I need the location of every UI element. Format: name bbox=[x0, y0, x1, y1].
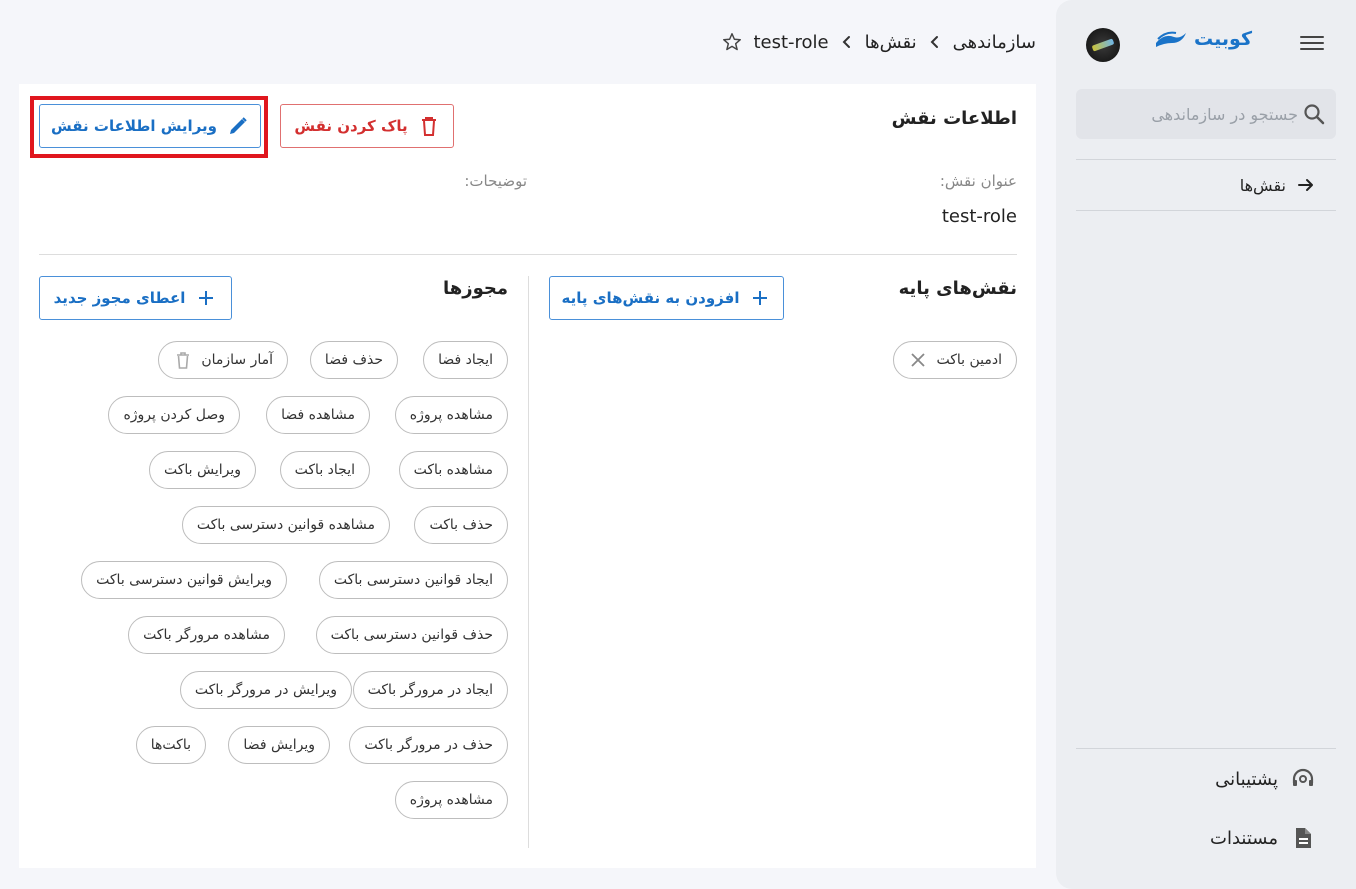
menu-icon[interactable] bbox=[1300, 32, 1324, 56]
permission-chip: حذف باکت bbox=[414, 506, 508, 544]
permission-chip: مشاهده مرورگر باکت bbox=[128, 616, 285, 654]
delete-role-button[interactable]: پاک کردن نقش bbox=[280, 104, 454, 148]
sidebar-item-support[interactable]: پشتیبانی bbox=[1076, 759, 1336, 799]
avatar[interactable] bbox=[1086, 28, 1120, 62]
role-info-title: اطلاعات نقش bbox=[891, 108, 1017, 129]
permission-chip: مشاهده باکت bbox=[398, 451, 508, 489]
sidebar-search bbox=[1076, 89, 1336, 139]
chip-label: مشاهده فضا bbox=[281, 407, 355, 423]
sidebar-item-docs[interactable]: مستندات bbox=[1076, 818, 1336, 858]
trash-icon bbox=[421, 117, 436, 136]
chip-label: ویرایش در مرورگر باکت bbox=[194, 682, 337, 698]
base-roles-title: نقش‌های پایه bbox=[898, 278, 1017, 299]
permission-chip: ویرایش باکت bbox=[148, 451, 256, 489]
chip-label: حذف باکت bbox=[429, 517, 493, 533]
role-description-label: توضیحات: bbox=[464, 172, 527, 190]
chip-label: ایجاد باکت bbox=[294, 462, 355, 478]
chip-label: ویرایش فضا bbox=[243, 737, 315, 753]
chip-label: حذف قوانین دسترسی باکت bbox=[330, 627, 493, 643]
sidebar-item-label: نقش‌ها bbox=[1239, 175, 1286, 195]
chip-label: ادمین باکت bbox=[936, 352, 1002, 368]
section-divider bbox=[39, 254, 1017, 255]
sidebar-item-label: مستندات bbox=[1210, 827, 1278, 849]
permission-chip: ویرایش قوانین دسترسی باکت bbox=[81, 561, 287, 599]
chip-label: حذف در مرورگر باکت bbox=[364, 737, 493, 753]
permission-chip: وصل کردن پروژه bbox=[108, 396, 240, 434]
permission-chip: ایجاد باکت bbox=[279, 451, 370, 489]
chevron-left-icon bbox=[842, 36, 850, 48]
column-divider bbox=[528, 276, 529, 848]
sidebar-divider bbox=[1076, 159, 1336, 160]
close-icon[interactable] bbox=[908, 350, 928, 370]
chip-label: ایجاد قوانین دسترسی باکت bbox=[333, 572, 493, 588]
chip-label: مشاهده قوانین دسترسی باکت bbox=[196, 517, 375, 533]
grant-permission-label: اعطای مجوز جدید bbox=[53, 289, 186, 307]
permission-chip: مشاهده پروژه bbox=[394, 396, 508, 434]
trash-icon[interactable] bbox=[173, 350, 193, 370]
chip-label: آمار سازمان bbox=[201, 352, 273, 368]
permission-chip: حذف قوانین دسترسی باکت bbox=[315, 616, 508, 654]
add-base-role-button[interactable]: افزودن به نقش‌های پایه bbox=[549, 276, 784, 320]
chip-label: مشاهده پروژه bbox=[409, 792, 493, 808]
permission-chip: ایجاد قوانین دسترسی باکت bbox=[318, 561, 508, 599]
role-card: اطلاعات نقش پاک کردن نقش ویرایش اطلاعات … bbox=[19, 84, 1036, 868]
breadcrumb-roles[interactable]: نقش‌ها bbox=[865, 32, 917, 53]
chip-label: ایجاد فضا bbox=[438, 352, 493, 368]
chip-label: باکت‌ها bbox=[150, 737, 191, 753]
highlight-box bbox=[30, 96, 268, 158]
sidebar: کوبیت نقش‌ها پشتیبانی bbox=[1056, 0, 1356, 889]
permission-chip: ویرایش در مرورگر باکت bbox=[179, 671, 352, 709]
permission-chip: مشاهده پروژه bbox=[394, 781, 508, 819]
support-icon bbox=[1292, 768, 1314, 786]
permission-chip: ایجاد در مرورگر باکت bbox=[352, 671, 508, 709]
star-icon[interactable] bbox=[721, 31, 743, 53]
chip-label: ویرایش باکت bbox=[163, 462, 241, 478]
search-icon bbox=[1304, 104, 1325, 125]
base-role-chip: ادمین باکت bbox=[893, 341, 1017, 379]
grant-permission-button[interactable]: اعطای مجوز جدید bbox=[39, 276, 232, 320]
breadcrumb-organization[interactable]: سازماندهی bbox=[953, 32, 1036, 53]
chip-label: حذف فضا bbox=[324, 352, 383, 368]
arrow-right-icon bbox=[1298, 179, 1313, 191]
chip-label: ایجاد در مرورگر باکت bbox=[367, 682, 493, 698]
search-input[interactable] bbox=[1076, 89, 1336, 139]
permission-chip: حذف در مرورگر باکت bbox=[349, 726, 508, 764]
document-icon bbox=[1296, 828, 1311, 848]
breadcrumb: سازماندهی نقش‌ها test-role bbox=[721, 28, 1036, 56]
permission-chip: ایجاد فضا bbox=[423, 341, 508, 379]
chevron-left-icon bbox=[930, 36, 938, 48]
permission-chip: ویرایش فضا bbox=[228, 726, 330, 764]
sidebar-divider bbox=[1076, 210, 1336, 211]
logo-wave-icon bbox=[1156, 31, 1187, 47]
permission-chip: باکت‌ها bbox=[135, 726, 206, 764]
chip-label: وصل کردن پروژه bbox=[123, 407, 225, 423]
delete-role-label: پاک کردن نقش bbox=[294, 117, 408, 135]
role-title-value: test-role bbox=[941, 206, 1017, 227]
logo[interactable]: کوبیت bbox=[1154, 28, 1252, 50]
permission-chip: آمار سازمان bbox=[158, 341, 288, 379]
chip-label: مشاهده مرورگر باکت bbox=[143, 627, 270, 643]
permission-chip: مشاهده فضا bbox=[266, 396, 370, 434]
logo-text: کوبیت bbox=[1194, 28, 1252, 50]
breadcrumb-current: test-role bbox=[753, 31, 829, 53]
plus-icon bbox=[753, 291, 768, 305]
plus-icon bbox=[199, 291, 214, 305]
permission-chip: حذف فضا bbox=[309, 341, 398, 379]
role-title-label: عنوان نقش: bbox=[939, 172, 1017, 190]
sidebar-item-label: پشتیبانی bbox=[1215, 768, 1278, 790]
chip-label: مشاهده پروژه bbox=[409, 407, 493, 423]
permission-chip: مشاهده قوانین دسترسی باکت bbox=[181, 506, 390, 544]
chip-label: مشاهده باکت bbox=[413, 462, 493, 478]
add-base-role-label: افزودن به نقش‌های پایه bbox=[561, 289, 740, 307]
permissions-title: مجوزها bbox=[442, 278, 508, 299]
chip-label: ویرایش قوانین دسترسی باکت bbox=[96, 572, 272, 588]
sidebar-divider bbox=[1076, 748, 1336, 749]
sidebar-header: کوبیت bbox=[1056, 24, 1356, 64]
sidebar-item-roles[interactable]: نقش‌ها bbox=[1076, 170, 1336, 200]
